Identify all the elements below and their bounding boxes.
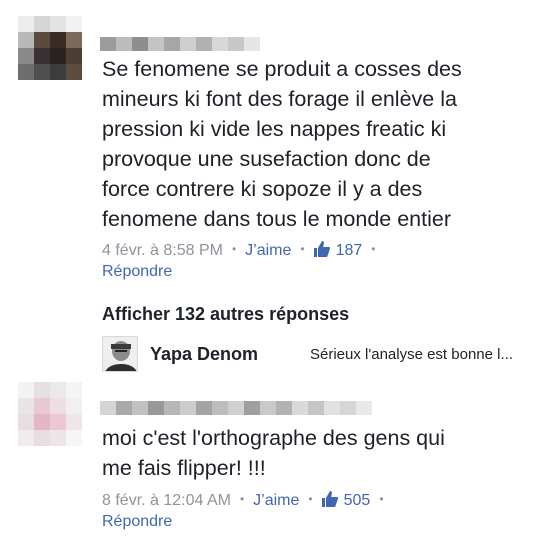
blurred-author-name[interactable]	[100, 401, 380, 415]
like-count[interactable]: 505	[321, 491, 371, 509]
reply-author-name[interactable]: Yapa Denom	[150, 344, 258, 365]
comment-meta: 8 févr. à 12:04 AM • J’aime • 505 •	[102, 491, 393, 510]
reply-snippet: Sérieux l'analyse est bonne l...	[310, 346, 513, 363]
like-button[interactable]: J’aime	[253, 492, 299, 509]
comment-text: moi c'est l'orthographe des gens qui me …	[102, 426, 445, 480]
portrait-image	[103, 337, 137, 371]
avatar[interactable]	[18, 382, 82, 446]
separator: •	[379, 492, 384, 506]
separator: •	[239, 492, 245, 506]
thumbs-up-icon	[313, 241, 330, 257]
like-count-value: 505	[343, 492, 371, 509]
reply-preview[interactable]: Yapa Denom Sérieux l'analyse est bonne l…	[102, 336, 532, 374]
avatar[interactable]	[18, 16, 82, 80]
comment-timestamp[interactable]: 8 févr. à 12:04 AM	[102, 492, 231, 509]
blurred-author-name[interactable]	[100, 37, 265, 51]
separator: •	[371, 242, 376, 256]
reply-button[interactable]: Répondre	[102, 513, 172, 531]
like-count[interactable]: 187	[313, 241, 363, 259]
show-more-replies-link[interactable]: Afficher 132 autres réponses	[102, 304, 349, 325]
thumbs-up-icon	[321, 491, 338, 507]
separator: •	[308, 492, 313, 506]
like-button[interactable]: J’aime	[245, 242, 291, 259]
reply-button[interactable]: Répondre	[102, 263, 172, 281]
separator: •	[300, 242, 305, 256]
reply-avatar[interactable]	[102, 336, 138, 372]
comment-text: Se fenomene se produit a cosses des mine…	[102, 57, 462, 231]
comment-meta: 4 févr. à 8:58 PM • J’aime • 187 •	[102, 241, 385, 260]
separator: •	[231, 242, 237, 256]
comment-timestamp[interactable]: 4 févr. à 8:58 PM	[102, 242, 223, 259]
like-count-value: 187	[335, 242, 363, 259]
